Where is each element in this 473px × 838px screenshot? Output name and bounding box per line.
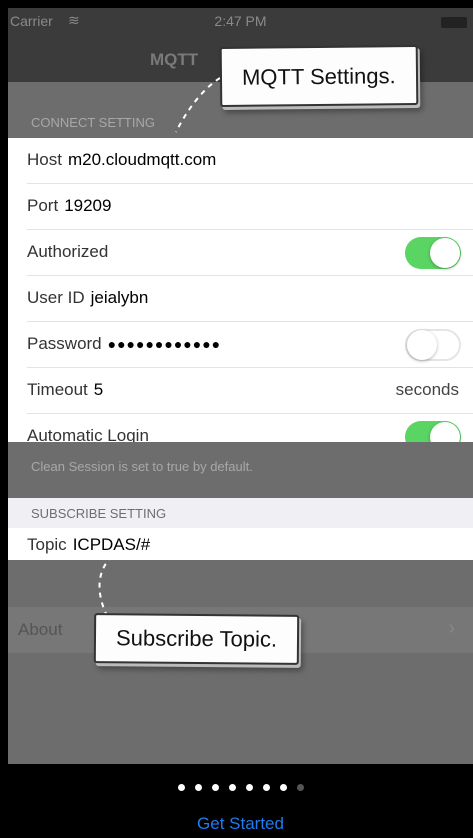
mqtt-settings-callout: MQTT Settings. xyxy=(219,44,418,108)
onboarding-screen: Carrier ≋ 2:47 PM MQTT CONNECT SETTING H… xyxy=(8,8,473,838)
subscribe-topic-callout: Subscribe Topic. xyxy=(93,613,300,665)
callout-connectors xyxy=(98,77,221,619)
